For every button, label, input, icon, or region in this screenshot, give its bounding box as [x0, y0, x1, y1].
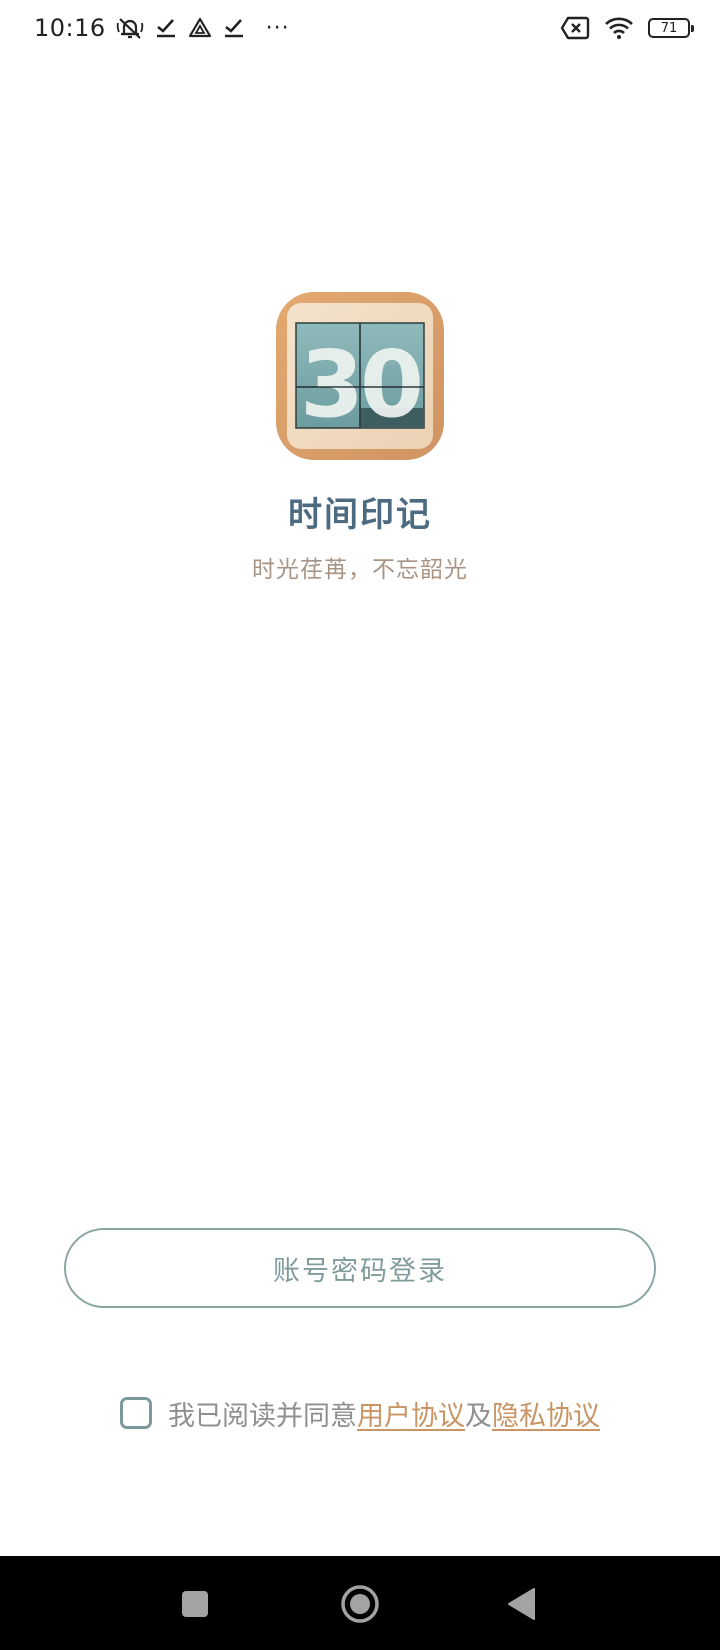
app-logo: 30 — [276, 292, 444, 460]
mute-icon — [116, 14, 144, 42]
app-slogan: 时光荏苒，不忘韶光 — [252, 557, 468, 583]
circle-home-icon — [341, 1585, 379, 1623]
agree-checkbox[interactable] — [120, 1397, 152, 1429]
battery-icon: 71 — [648, 18, 694, 38]
agreement-prefix: 我已阅读并同意 — [168, 1400, 357, 1432]
more-dots-icon: ··· — [265, 15, 290, 41]
sim-off-icon — [560, 16, 590, 40]
drive-icon — [188, 16, 212, 40]
wifi-icon — [604, 16, 634, 40]
check-download-icon — [154, 16, 178, 40]
check-download-icon — [222, 16, 246, 40]
agreement-row: 我已阅读并同意用户协议及隐私协议 — [0, 1393, 720, 1433]
privacy-agreement-link[interactable]: 隐私协议 — [492, 1401, 600, 1432]
agreement-connector: 及 — [465, 1400, 492, 1432]
navigation-bar — [0, 1556, 720, 1650]
back-button[interactable] — [492, 1576, 552, 1632]
flip-clock-icon: 30 — [276, 292, 444, 460]
status-bar-left: 10:16 ··· — [34, 14, 290, 42]
status-time: 10:16 — [34, 14, 106, 42]
recents-button[interactable] — [165, 1576, 225, 1632]
login-button-label: 账号密码登录 — [273, 1255, 447, 1287]
agreement-text: 我已阅读并同意用户协议及隐私协议 — [168, 1394, 600, 1433]
home-button[interactable] — [330, 1576, 390, 1632]
status-bar-right: 71 — [560, 16, 694, 40]
user-agreement-link[interactable]: 用户协议 — [357, 1401, 465, 1432]
account-password-login-button[interactable]: 账号密码登录 — [64, 1228, 656, 1308]
battery-level: 71 — [660, 20, 678, 36]
square-recents-icon — [182, 1591, 208, 1617]
app-name: 时间印记 — [288, 495, 432, 535]
triangle-back-icon — [508, 1588, 535, 1620]
login-screen: 10:16 ··· 71 30 时间印记 时光荏苒，不忘韶光 账号密码登录 我已… — [0, 0, 720, 1650]
status-bar: 10:16 ··· 71 — [0, 0, 720, 56]
